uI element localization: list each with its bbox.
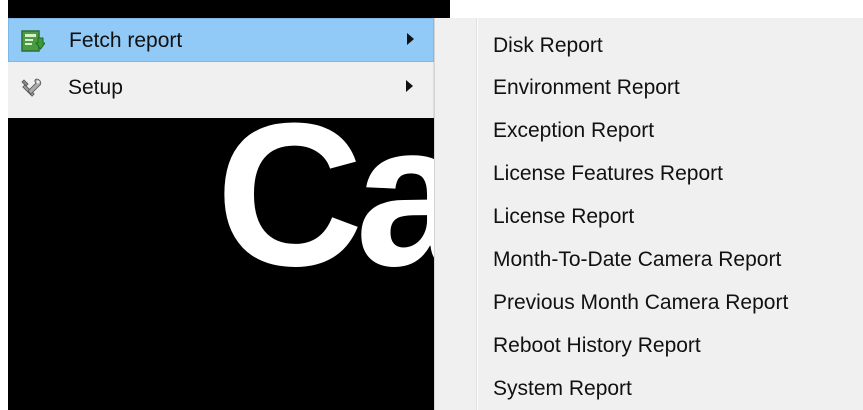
submenu-item-label: Exception Report [493, 119, 655, 142]
submenu-item-label: Disk Report [493, 34, 603, 57]
submenu-item-previous-month-camera-report[interactable]: Previous Month Camera Report [435, 281, 863, 323]
submenu-item-reboot-history-report[interactable]: Reboot History Report [435, 324, 863, 366]
submenu-item-disk-report[interactable]: Disk Report [435, 24, 863, 66]
submenu-item-license-features-report[interactable]: License Features Report [435, 152, 863, 194]
submenu-item-system-report[interactable]: System Report [435, 367, 863, 409]
submenu-item-label: System Report [493, 377, 632, 400]
menu-item-label: Fetch report [69, 29, 183, 52]
menu-item-label: Setup [68, 76, 123, 99]
tools-icon [19, 76, 44, 100]
submenu-item-label: License Features Report [493, 162, 723, 185]
screen: Ca Fetch report Setup Disk Report Enviro… [0, 0, 863, 410]
submenu-item-license-report[interactable]: License Report [435, 195, 863, 237]
submenu-item-label: Previous Month Camera Report [493, 291, 789, 314]
menu-item-setup[interactable]: Setup [8, 66, 434, 110]
submenu-item-label: License Report [493, 205, 635, 228]
report-download-icon [20, 29, 46, 53]
fetch-report-submenu: Disk Report Environment Report Exception… [434, 18, 863, 410]
submenu-item-environment-report[interactable]: Environment Report [435, 66, 863, 108]
submenu-arrow-icon [406, 80, 413, 92]
submenu-item-month-to-date-camera-report[interactable]: Month-To-Date Camera Report [435, 238, 863, 280]
submenu-item-label: Month-To-Date Camera Report [493, 248, 782, 271]
submenu-item-exception-report[interactable]: Exception Report [435, 109, 863, 151]
submenu-item-label: Environment Report [493, 76, 680, 99]
submenu-item-label: Reboot History Report [493, 334, 701, 357]
submenu-arrow-icon [407, 33, 414, 45]
logo-text: Ca [216, 81, 469, 309]
menu-item-fetch-report[interactable]: Fetch report [8, 18, 434, 62]
context-menu: Fetch report Setup [8, 18, 434, 118]
